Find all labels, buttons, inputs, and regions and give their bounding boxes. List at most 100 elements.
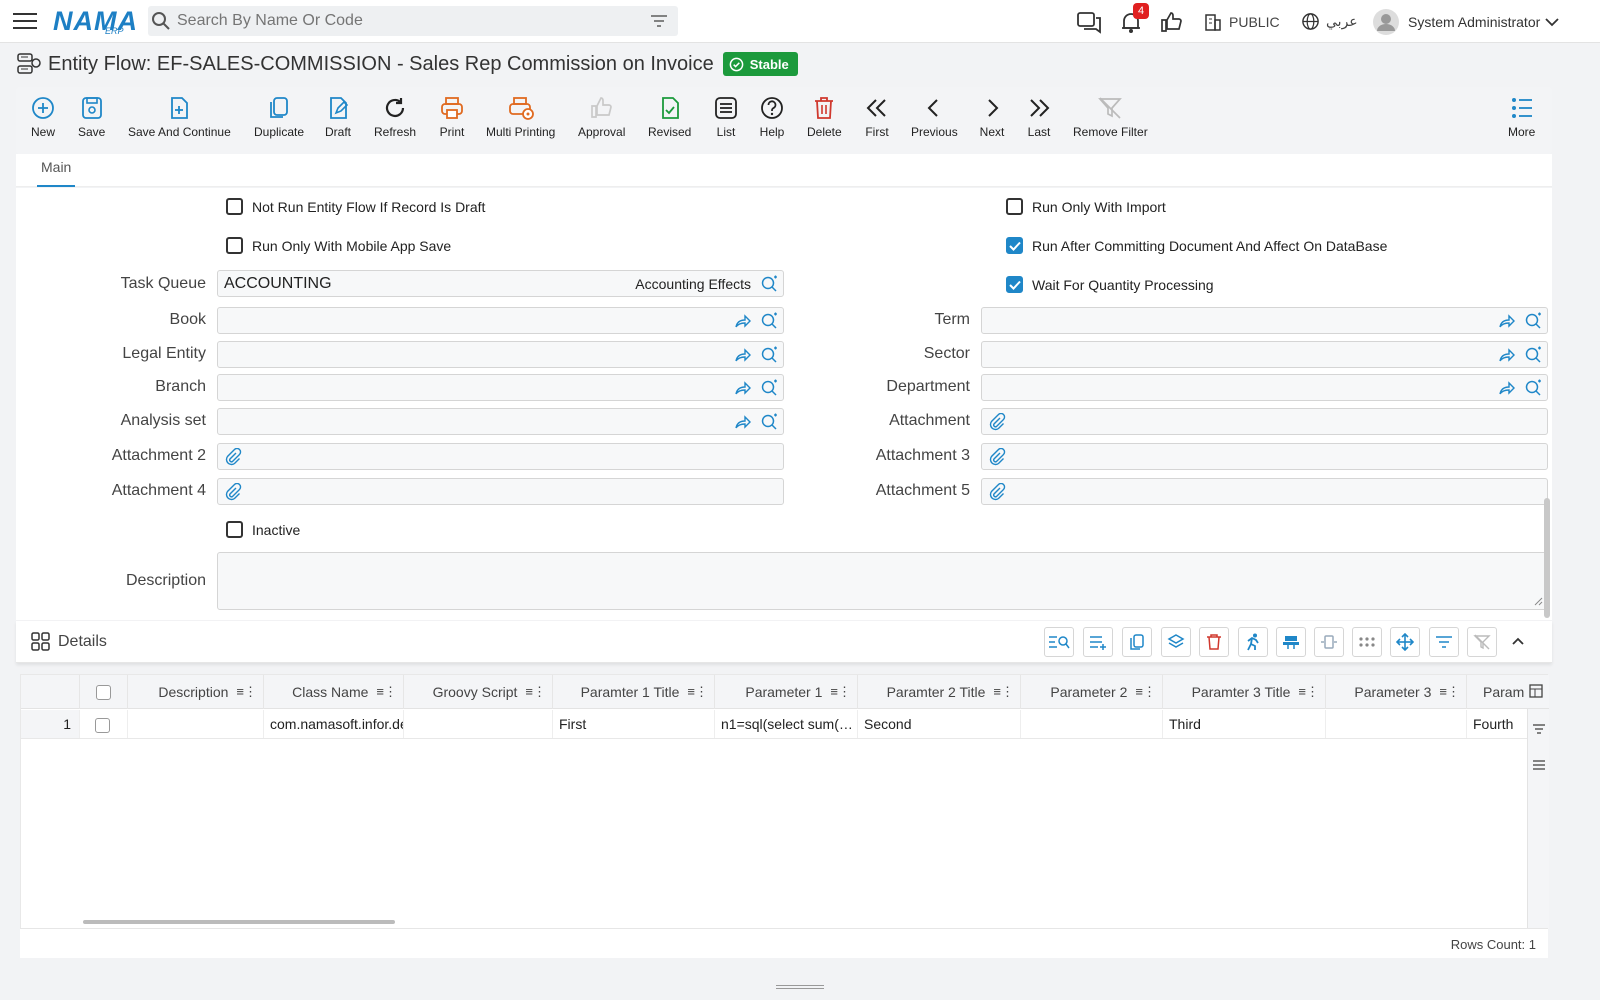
term-field[interactable] bbox=[981, 307, 1548, 334]
col-param4[interactable]: Param bbox=[1467, 675, 1529, 709]
row-select[interactable] bbox=[80, 710, 128, 739]
col-class-name[interactable]: Class Name ≡⋮ bbox=[264, 675, 404, 709]
column-filter-icon[interactable]: ≡⋮ bbox=[376, 684, 397, 700]
resize-handle-icon[interactable] bbox=[1534, 597, 1543, 606]
paperclip-icon[interactable] bbox=[224, 483, 242, 501]
paperclip-icon[interactable] bbox=[988, 483, 1006, 501]
column-filter-icon[interactable]: ≡⋮ bbox=[525, 684, 546, 700]
column-filter-icon[interactable]: ≡⋮ bbox=[236, 684, 257, 700]
checkbox-box[interactable] bbox=[226, 521, 243, 538]
search-box[interactable] bbox=[148, 6, 678, 36]
run-after-commit-checkbox[interactable]: Run After Committing Document And Affect… bbox=[1006, 237, 1387, 254]
share-arrow-icon[interactable] bbox=[734, 312, 752, 330]
merge-rows-button[interactable] bbox=[1276, 627, 1306, 657]
draft-button[interactable]: Draft bbox=[325, 87, 351, 154]
move-button[interactable] bbox=[1390, 627, 1420, 657]
refresh-button[interactable]: Refresh bbox=[374, 87, 416, 154]
like-icon[interactable] bbox=[1160, 0, 1184, 43]
save-button[interactable]: Save bbox=[78, 87, 105, 154]
app-logo[interactable]: NAMA ERP bbox=[53, 4, 137, 38]
book-field[interactable] bbox=[217, 307, 784, 334]
grid-filter-button[interactable] bbox=[1429, 627, 1459, 657]
row-checkbox[interactable] bbox=[95, 717, 110, 733]
analysis-set-field[interactable] bbox=[217, 408, 784, 435]
chat-icon[interactable] bbox=[1076, 0, 1102, 43]
cell-param2-title[interactable]: Second bbox=[858, 710, 1021, 739]
column-filter-icon[interactable]: ≡⋮ bbox=[1135, 684, 1156, 700]
paperclip-icon[interactable] bbox=[988, 448, 1006, 466]
run-only-mobile-checkbox[interactable]: Run Only With Mobile App Save bbox=[226, 237, 451, 254]
cell-param1[interactable]: n1=sql(select sum(… bbox=[715, 710, 858, 739]
legal-entity-field[interactable] bbox=[217, 341, 784, 368]
col-param3[interactable]: Parameter 3 ≡⋮ bbox=[1326, 675, 1467, 709]
print-button[interactable]: Print bbox=[439, 87, 465, 154]
form-scrollbar[interactable] bbox=[1544, 498, 1550, 618]
cell-groovy-script[interactable] bbox=[404, 710, 553, 739]
layers-button[interactable] bbox=[1161, 627, 1191, 657]
first-button[interactable]: First bbox=[864, 87, 890, 154]
column-filter-icon[interactable]: ≡⋮ bbox=[687, 684, 708, 700]
attachment3-field[interactable] bbox=[981, 443, 1548, 470]
attachment-field[interactable] bbox=[981, 408, 1548, 435]
checkbox-box-checked[interactable] bbox=[1006, 237, 1023, 254]
paperclip-icon[interactable] bbox=[988, 413, 1006, 431]
search-plus-icon[interactable] bbox=[760, 379, 778, 397]
col-param2[interactable]: Parameter 2 ≡⋮ bbox=[1021, 675, 1163, 709]
checkbox-box-checked[interactable] bbox=[1006, 276, 1023, 293]
approval-button[interactable]: Approval bbox=[578, 87, 625, 154]
cell-param3-title[interactable]: Third bbox=[1163, 710, 1326, 739]
tab-main[interactable]: Main bbox=[37, 154, 76, 187]
share-arrow-icon[interactable] bbox=[734, 413, 752, 431]
attachment4-field[interactable] bbox=[217, 478, 784, 505]
filter-icon[interactable] bbox=[1532, 723, 1546, 735]
attachment2-field[interactable] bbox=[217, 443, 784, 470]
help-button[interactable]: Help bbox=[759, 87, 785, 154]
copy-row-button[interactable] bbox=[1122, 627, 1152, 657]
paperclip-icon[interactable] bbox=[224, 448, 242, 466]
col-description[interactable]: Description ≡⋮ bbox=[128, 675, 264, 709]
share-arrow-icon[interactable] bbox=[1498, 379, 1516, 397]
department-field[interactable] bbox=[981, 374, 1548, 401]
col-param1-title[interactable]: Paramter 1 Title ≡⋮ bbox=[553, 675, 715, 709]
not-run-draft-checkbox[interactable]: Not Run Entity Flow If Record Is Draft bbox=[226, 198, 485, 215]
run-only-import-checkbox[interactable]: Run Only With Import bbox=[1006, 198, 1166, 215]
column-chooser-icon[interactable] bbox=[1529, 684, 1543, 703]
col-param3-title[interactable]: Paramter 3 Title ≡⋮ bbox=[1163, 675, 1326, 709]
search-plus-icon[interactable] bbox=[1524, 312, 1542, 330]
new-button[interactable]: New bbox=[30, 87, 56, 154]
search-plus-icon[interactable] bbox=[760, 312, 778, 330]
duplicate-button[interactable]: Duplicate bbox=[254, 87, 304, 154]
sector-field[interactable] bbox=[981, 341, 1548, 368]
share-arrow-icon[interactable] bbox=[734, 379, 752, 397]
add-row-button[interactable] bbox=[1083, 627, 1113, 657]
cell-param2[interactable] bbox=[1021, 710, 1163, 739]
more-button[interactable]: More bbox=[1508, 87, 1535, 154]
delete-row-button[interactable] bbox=[1199, 627, 1229, 657]
cell-description[interactable] bbox=[128, 710, 264, 739]
revised-button[interactable]: Revised bbox=[648, 87, 691, 154]
column-filter-icon[interactable]: ≡⋮ bbox=[993, 684, 1014, 700]
cell-param1-title[interactable]: First bbox=[553, 710, 715, 739]
column-filter-icon[interactable]: ≡⋮ bbox=[830, 684, 851, 700]
inactive-checkbox[interactable]: Inactive bbox=[226, 521, 300, 538]
search-input[interactable] bbox=[177, 12, 637, 30]
share-arrow-icon[interactable] bbox=[734, 346, 752, 364]
search-plus-icon[interactable] bbox=[760, 346, 778, 364]
checkbox-box[interactable] bbox=[226, 198, 243, 215]
search-plus-icon[interactable] bbox=[760, 275, 778, 293]
task-queue-field[interactable]: ACCOUNTING Accounting Effects bbox=[217, 270, 784, 297]
filter-icon[interactable] bbox=[650, 14, 668, 28]
col-groovy-script[interactable]: Groovy Script ≡⋮ bbox=[404, 675, 553, 709]
wait-quantity-checkbox[interactable]: Wait For Quantity Processing bbox=[1006, 276, 1214, 293]
col-param1[interactable]: Parameter 1 ≡⋮ bbox=[715, 675, 858, 709]
column-filter-icon[interactable]: ≡⋮ bbox=[1439, 684, 1460, 700]
grid-remove-filter-button[interactable] bbox=[1467, 627, 1497, 657]
horizontal-scrollbar[interactable] bbox=[83, 920, 395, 924]
checkbox-box[interactable] bbox=[226, 237, 243, 254]
run-button[interactable] bbox=[1238, 627, 1268, 657]
col-param2-title[interactable]: Paramter 2 Title ≡⋮ bbox=[858, 675, 1021, 709]
share-arrow-icon[interactable] bbox=[1498, 346, 1516, 364]
notifications-icon[interactable]: 4 bbox=[1119, 0, 1149, 43]
language-button[interactable]: عربي bbox=[1301, 0, 1358, 43]
list-button[interactable]: List bbox=[713, 87, 739, 154]
